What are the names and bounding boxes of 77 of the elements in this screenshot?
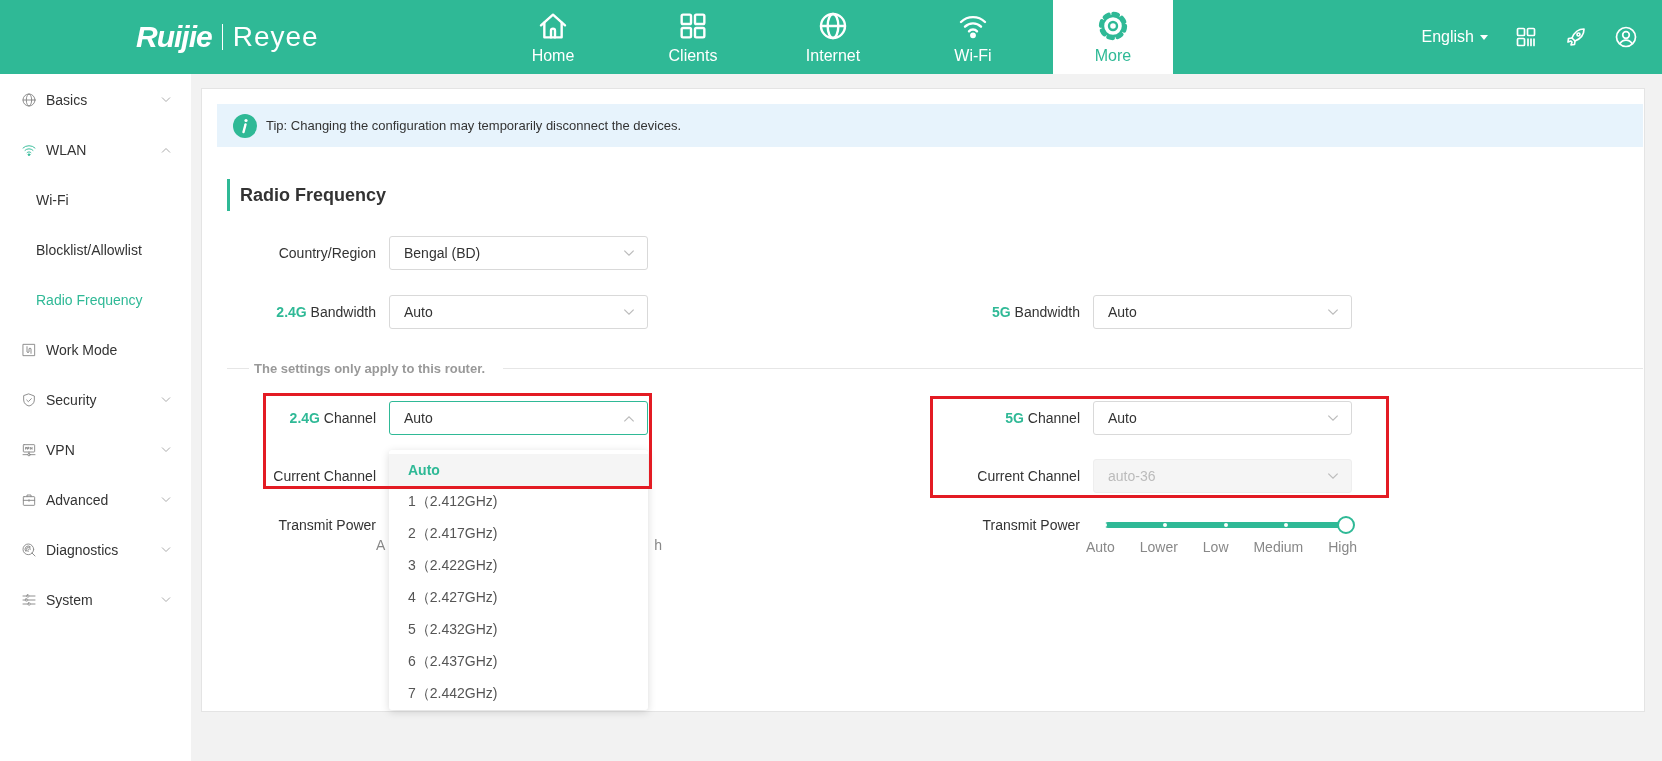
slider-step: [1223, 523, 1228, 527]
rocket-icon: [1564, 25, 1588, 49]
dropdown-option[interactable]: 5（2.432GHz): [389, 614, 648, 646]
dropdown-field[interactable]: Auto: [1093, 295, 1352, 329]
chevron-icon: [623, 308, 635, 316]
dropdown-option[interactable]: 3（2.422GHz): [389, 550, 648, 582]
field-label: 5G Channel: [1005, 410, 1080, 426]
field-label: Current Channel: [273, 468, 376, 484]
chevron-icon: [623, 249, 635, 257]
sidebar-subitem[interactable]: Blocklist/Allowlist: [0, 225, 191, 275]
field-label: Country/Region: [278, 245, 376, 261]
slider-step: [1163, 523, 1168, 527]
field-label: Transmit Power: [278, 517, 376, 533]
field-label: 2.4G Channel: [289, 410, 376, 426]
dropdown-field[interactable]: Bengal (BD): [389, 236, 648, 270]
scale-label: A: [376, 537, 386, 553]
dropdown-option[interactable]: 4（2.427GHz): [389, 582, 648, 614]
brand-logo: Ruijie: [136, 20, 212, 54]
divider-note: The settings only apply to this router.: [253, 360, 487, 376]
dropdown-field[interactable]: Auto: [389, 295, 648, 329]
caret-icon: [1480, 34, 1488, 40]
sidebar-label: Security: [46, 392, 98, 408]
sidebar-label: VPN: [46, 442, 76, 458]
field-label: Transmit Power: [982, 517, 1080, 533]
dropdown-field[interactable]: Auto: [1093, 401, 1352, 435]
chevron-icon: [1327, 472, 1339, 480]
sidebar-label: Basics: [46, 92, 89, 108]
sidebar-subitem[interactable]: Wi-Fi: [0, 175, 191, 225]
sidebar-item[interactable]: Advanced: [0, 475, 191, 525]
wifi-icon: [21, 142, 37, 158]
sidebar-label: Advanced: [46, 492, 110, 508]
scale-label: Low: [1202, 539, 1229, 555]
scale-label: Auto: [1086, 539, 1115, 555]
sidebar-item[interactable]: Security: [0, 375, 191, 425]
field-label: Current Channel: [977, 468, 1080, 484]
info-icon: [233, 113, 257, 138]
qr-code-icon: [1514, 25, 1538, 49]
qr-code-button[interactable]: [1514, 25, 1538, 49]
shield-icon: [21, 392, 37, 408]
sidebar-label: System: [46, 592, 94, 608]
sidebar-item[interactable]: VPN: [0, 425, 191, 475]
scale-label: h: [654, 537, 662, 553]
sidebar-label: Work Mode: [46, 342, 119, 358]
sidebar-label: WLAN: [46, 142, 88, 158]
tip-text: Tip: Changing the configuration may temporarily disconnect the devices.: [266, 118, 682, 133]
mode-icon: [21, 342, 37, 358]
vpn-icon: [21, 442, 37, 458]
dropdown-option[interactable]: 1（2.412GHz): [389, 486, 648, 518]
slider-thumb[interactable]: [1337, 516, 1355, 534]
sidebar-item[interactable]: System: [0, 575, 191, 625]
user-button[interactable]: [1614, 25, 1638, 49]
field-label: 2.4G Bandwidth: [276, 304, 376, 320]
user-icon: [1614, 25, 1638, 49]
dropdown-field[interactable]: Auto: [389, 401, 648, 435]
dropdown-option[interactable]: 7（2.442GHz): [389, 678, 648, 710]
field-label: 5G Bandwidth: [992, 304, 1080, 320]
sidebar-item[interactable]: Basics: [0, 75, 191, 125]
briefcase-icon: [21, 492, 37, 508]
sidebar-label: Diagnostics: [46, 542, 120, 558]
section-title: Radio Frequency: [240, 184, 387, 206]
diagnostics-icon: [21, 542, 37, 558]
sidebar-item[interactable]: Diagnostics: [0, 525, 191, 575]
scale-label: High: [1328, 539, 1357, 555]
rocket-button[interactable]: [1564, 25, 1588, 49]
globe-icon: [21, 92, 37, 108]
settings-icon: [1097, 9, 1129, 42]
dropdown-option[interactable]: 6（2.437GHz): [389, 646, 648, 678]
dropdown-option[interactable]: 2（2.417GHz): [389, 518, 648, 550]
sidebar-item[interactable]: Work Mode: [0, 325, 191, 375]
slider-step: [1283, 523, 1288, 527]
chevron-icon: [1327, 308, 1339, 316]
slider-step: [1103, 523, 1107, 527]
scale-label: Medium: [1253, 539, 1304, 555]
sliders-icon: [21, 592, 37, 608]
scale-label: Lower: [1139, 539, 1178, 555]
sidebar-item[interactable]: WLAN: [0, 125, 191, 175]
product-logo: Reyee: [232, 21, 319, 53]
